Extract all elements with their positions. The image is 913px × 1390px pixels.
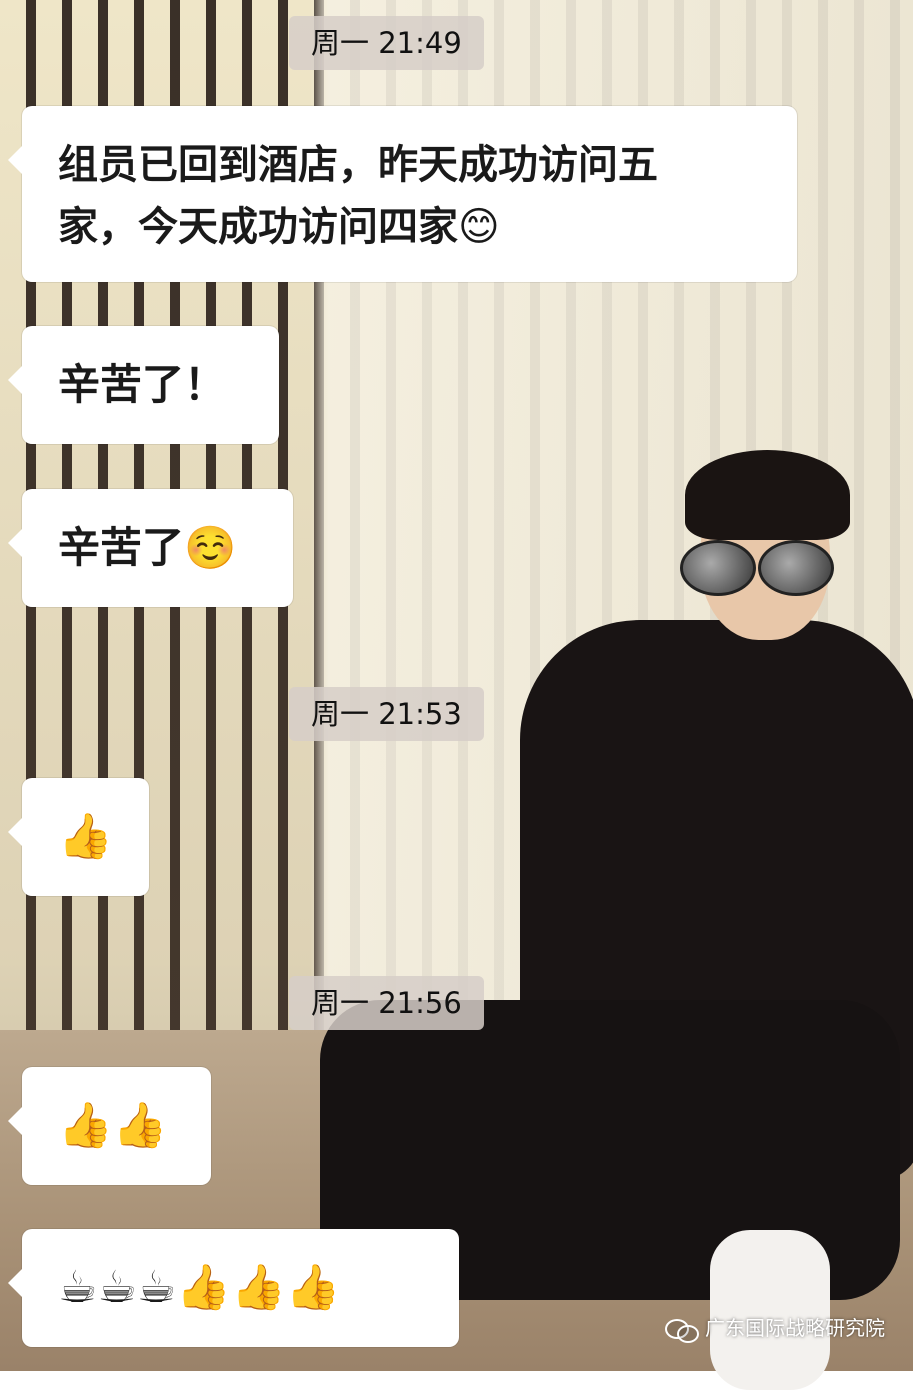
message-bubble[interactable]: ☕☕☕👍👍👍 [8,1229,459,1347]
timestamp: 周一 21:49 [289,16,484,70]
thumbs-up-icon: 👍 [58,811,113,862]
smiling-face-icon: 😊 [458,204,500,250]
timestamp: 周一 21:53 [289,687,484,741]
blushing-face-icon: ☺️ [184,523,237,572]
message-text: 辛苦了 [58,523,185,572]
message-text: 组员已回到酒店，昨天成功访问五 [58,141,658,188]
message-bubble[interactable]: 组员已回到酒店，昨天成功访问五 家，今天成功访问四家😊 [8,106,797,282]
message-bubble[interactable]: 👍 [8,778,149,896]
timestamp: 周一 21:56 [289,976,484,1030]
message-text: 辛苦了！ [58,360,227,409]
message-bubble[interactable]: 👍👍 [8,1067,211,1185]
watermark: 广东国际战略研究院 [665,1312,885,1343]
watermark-text: 广东国际战略研究院 [705,1315,885,1340]
message-bubble[interactable]: 辛苦了！ [8,326,279,444]
thumbs-up-icon: 👍👍 [58,1100,168,1151]
coffee-thumbs-up-icon: ☕☕☕👍👍👍 [58,1262,341,1313]
wechat-icon [665,1317,699,1343]
message-text: 家，今天成功访问四家 [58,203,458,250]
message-bubble[interactable]: 辛苦了☺️ [8,489,293,607]
